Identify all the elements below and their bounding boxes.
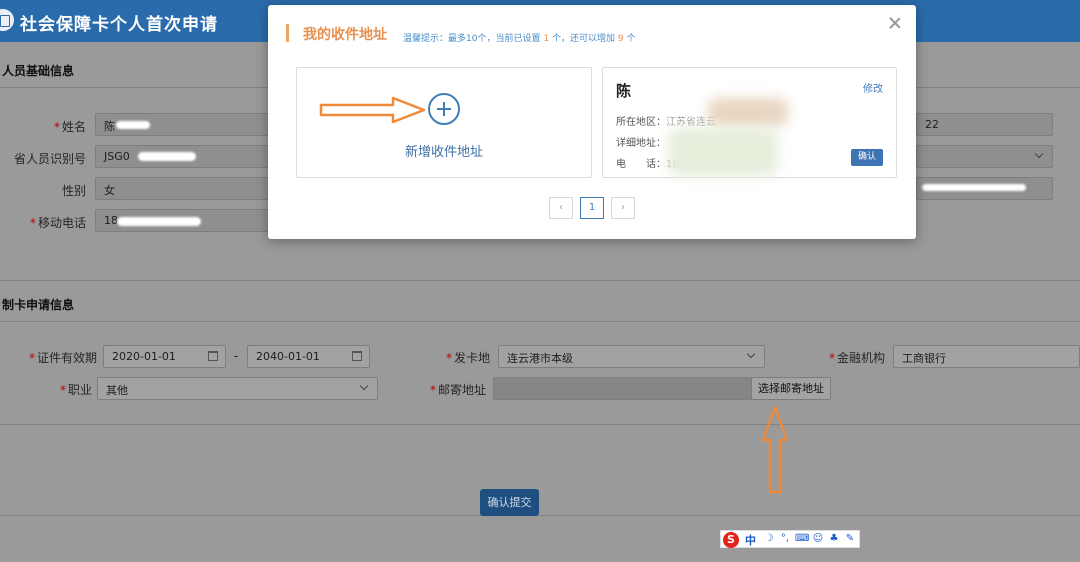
- keyboard-icon[interactable]: ⌨: [795, 533, 809, 545]
- redaction: [116, 121, 150, 129]
- redaction: [922, 184, 1026, 191]
- recipient-name: 陈: [616, 82, 632, 100]
- shirt-icon[interactable]: ♣: [828, 533, 840, 545]
- chevron-down-icon: [1034, 149, 1044, 159]
- redaction: [138, 152, 196, 161]
- gender-input[interactable]: 女: [95, 177, 270, 200]
- pagination-prev[interactable]: ‹: [549, 197, 573, 219]
- label-bank: * 金融机构: [828, 351, 885, 365]
- address-card[interactable]: 陈 修改 所在地区：江苏省连云 详细地址： 电 话：18 确认: [602, 67, 897, 178]
- right-field-1[interactable]: 22: [916, 113, 1053, 136]
- close-icon[interactable]: [888, 16, 902, 30]
- label-mail: * 邮寄地址: [429, 383, 486, 397]
- issue-place-select[interactable]: 连云港市本级: [498, 345, 765, 368]
- calendar-icon: [208, 351, 218, 361]
- chevron-down-icon: [359, 381, 369, 391]
- validity-end-input[interactable]: 2040-01-01: [247, 345, 370, 368]
- detail-row: 详细地址：: [616, 138, 666, 149]
- submit-button[interactable]: 确认提交: [480, 489, 539, 516]
- moon-icon[interactable]: ☽: [763, 533, 775, 545]
- calendar-icon: [352, 351, 362, 361]
- edit-link[interactable]: 修改: [863, 80, 883, 95]
- divider: [0, 515, 1080, 516]
- section-title-card: 制卡申请信息: [2, 298, 75, 312]
- label-name: * 姓名: [53, 120, 86, 134]
- annotation-arrow-right: [319, 96, 426, 124]
- confirm-address-button[interactable]: 确认: [851, 149, 883, 166]
- divider: [0, 424, 1080, 425]
- page-title: 社会保障卡个人首次申请: [20, 15, 218, 35]
- chevron-down-icon: [746, 349, 756, 359]
- redaction: [708, 98, 788, 126]
- chinese-mode-toggle[interactable]: 中: [745, 532, 756, 548]
- plus-circle-icon[interactable]: [428, 93, 460, 125]
- punctuation-icon[interactable]: °,: [779, 533, 791, 545]
- bank-input[interactable]: 工商银行: [893, 345, 1080, 368]
- redaction: [668, 128, 778, 176]
- document-icon: [0, 9, 14, 31]
- divider: [0, 280, 1080, 281]
- label-issue-place: * 发卡地: [445, 351, 490, 365]
- label-gender: 性别: [61, 184, 86, 198]
- label-id: 省人员识别号: [13, 152, 86, 166]
- choose-mail-address-button[interactable]: 选择邮寄地址: [751, 377, 831, 400]
- divider: [0, 321, 1080, 322]
- sogou-icon[interactable]: S: [723, 532, 739, 548]
- modal-tip: 温馨提示：最多10个，当前已设置 1 个，还可以增加 9 个: [403, 34, 636, 44]
- section-title-basic: 人员基础信息: [2, 64, 75, 78]
- pagination-page-1[interactable]: 1: [580, 197, 604, 219]
- ime-toolbar: S 中 ☽ °, ⌨ ☺ ♣ ✎: [720, 530, 860, 548]
- redaction: [117, 217, 201, 226]
- label-phone: * 移动电话: [29, 216, 86, 230]
- job-select[interactable]: 其他: [97, 377, 378, 400]
- region-row: 所在地区：江苏省连云: [616, 117, 716, 128]
- right-select[interactable]: [916, 145, 1053, 168]
- pagination-next[interactable]: ›: [611, 197, 635, 219]
- annotation-arrow-up: [761, 405, 789, 494]
- label-job: * 职业: [59, 383, 92, 397]
- validity-start-input[interactable]: 2020-01-01: [103, 345, 226, 368]
- add-address-label: 新增收件地址: [404, 145, 483, 160]
- wrench-icon[interactable]: ✎: [844, 533, 856, 545]
- modal-title: 我的收件地址: [303, 27, 387, 43]
- date-separator: -: [234, 349, 239, 363]
- label-validity: * 证件有效期: [28, 351, 97, 365]
- mail-address-input[interactable]: [493, 377, 752, 400]
- title-accent-bar: [286, 24, 289, 42]
- user-icon[interactable]: ☺: [812, 533, 824, 545]
